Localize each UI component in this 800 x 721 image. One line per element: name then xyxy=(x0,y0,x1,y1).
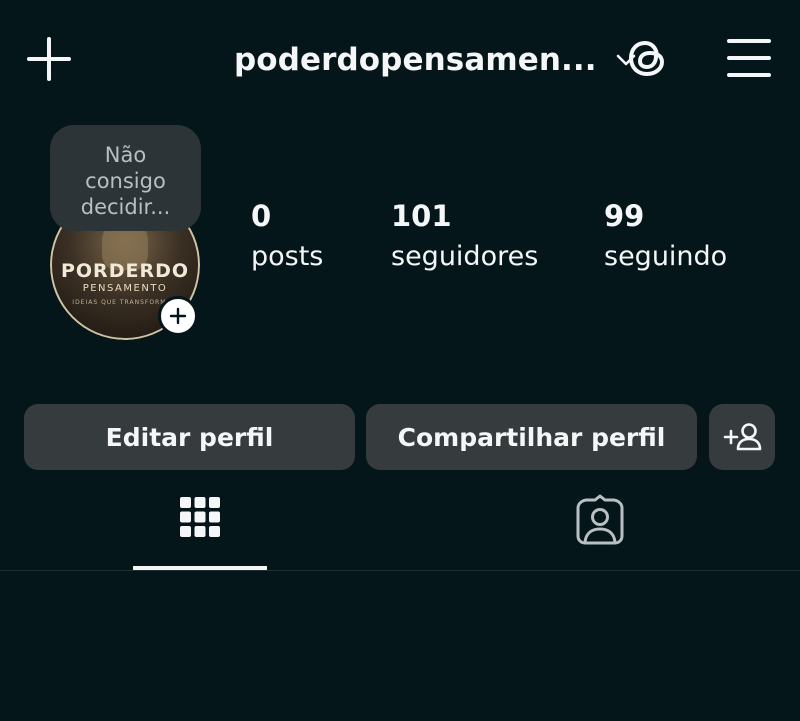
create-button[interactable] xyxy=(26,36,72,82)
plus-icon xyxy=(169,307,187,325)
stat-posts-value: 0 xyxy=(251,199,272,233)
threads-icon xyxy=(629,41,664,76)
edit-profile-label: Editar perfil xyxy=(105,422,274,452)
menu-button[interactable] xyxy=(726,37,772,79)
profile-screen: poderdopensamen... PORDERDO PENSAMENTO I… xyxy=(0,0,800,721)
stat-following-value: 99 xyxy=(604,199,645,233)
account-switcher[interactable]: poderdopensamen... xyxy=(234,38,637,82)
tagged-person-icon xyxy=(576,494,624,545)
edit-profile-button[interactable]: Editar perfil xyxy=(24,404,355,470)
grid-icon xyxy=(180,497,220,537)
stat-followers[interactable]: 101 seguidores xyxy=(391,196,538,278)
share-profile-label: Compartilhar perfil xyxy=(397,422,666,452)
tab-tagged[interactable] xyxy=(533,488,667,570)
stat-following[interactable]: 99 seguindo xyxy=(604,196,727,278)
stat-following-label: seguindo xyxy=(604,241,728,272)
hamburger-menu-icon xyxy=(727,39,771,77)
note-text: Não consigo decidir... xyxy=(80,143,171,219)
username: poderdopensamen... xyxy=(234,42,597,78)
discover-people-button[interactable] xyxy=(709,404,775,470)
stat-followers-label: seguidores xyxy=(391,241,539,272)
plus-icon xyxy=(27,37,71,81)
add-person-icon xyxy=(723,423,762,451)
tab-grid[interactable] xyxy=(133,488,267,570)
threads-button[interactable] xyxy=(624,34,672,82)
note-bubble[interactable]: Não consigo decidir... xyxy=(50,125,201,231)
stat-posts[interactable]: 0 posts xyxy=(251,196,323,278)
stat-posts-label: posts xyxy=(251,241,324,272)
stat-followers-value: 101 xyxy=(391,199,452,233)
share-profile-button[interactable]: Compartilhar perfil xyxy=(366,404,697,470)
add-story-button[interactable] xyxy=(158,296,198,336)
tabs-divider xyxy=(0,570,800,571)
